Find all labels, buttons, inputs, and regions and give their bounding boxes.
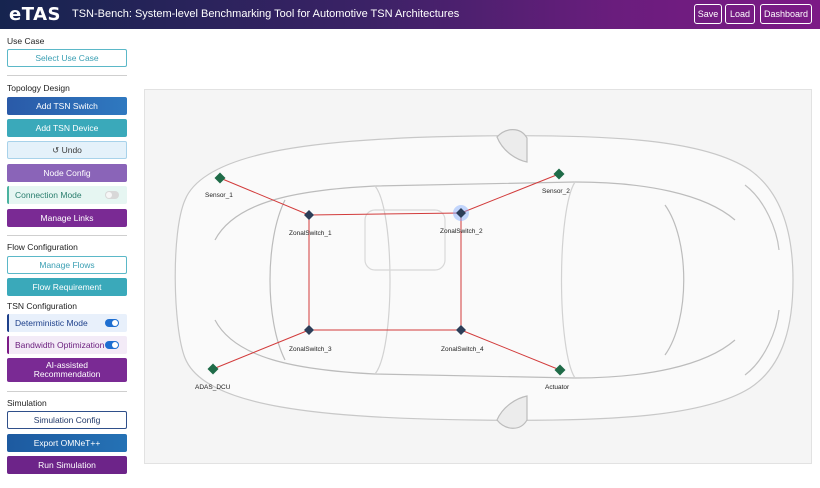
- divider: [7, 391, 127, 392]
- connection-mode-switch[interactable]: [105, 191, 119, 199]
- bandwidth-optimization-toggle-row[interactable]: Bandwidth Optimization: [7, 336, 127, 354]
- tsn-configuration-title: TSN Configuration: [7, 301, 77, 311]
- node-label: Sensor_1: [205, 192, 233, 199]
- divider: [7, 75, 127, 76]
- ai-recommendation-button[interactable]: AI-assisted Recommendation: [7, 358, 127, 382]
- save-button[interactable]: Save: [694, 4, 722, 24]
- node-label: ADAS_DCU: [195, 384, 231, 391]
- node-config-button[interactable]: Node Config: [7, 164, 127, 182]
- connection-mode-label: Connection Mode: [15, 190, 82, 200]
- manage-flows-button[interactable]: Manage Flows: [7, 256, 127, 274]
- deterministic-mode-label: Deterministic Mode: [15, 318, 88, 328]
- app-title: TSN-Bench: System-level Benchmarking Too…: [72, 8, 460, 20]
- node-label: Sensor_2: [542, 188, 570, 195]
- topology-canvas[interactable]: Sensor_1 Sensor_2 ADAS_DCU Actuator ZonalSwi…: [144, 89, 812, 464]
- add-tsn-device-button[interactable]: Add TSN Device: [7, 119, 127, 137]
- manage-links-button[interactable]: Manage Links: [7, 209, 127, 227]
- use-case-title: Use Case: [7, 36, 45, 46]
- connection-mode-toggle-row[interactable]: Connection Mode: [7, 186, 127, 204]
- node-label: ZonalSwitch_3: [289, 346, 332, 353]
- sidebar: Use Case Select Use Case Topology Design…: [0, 29, 135, 488]
- run-simulation-button[interactable]: Run Simulation: [7, 456, 127, 474]
- deterministic-mode-switch[interactable]: [105, 319, 119, 327]
- dashboard-button[interactable]: Dashboard: [760, 4, 812, 24]
- deterministic-mode-toggle-row[interactable]: Deterministic Mode: [7, 314, 127, 332]
- load-button[interactable]: Load: [725, 4, 755, 24]
- export-omnet-button[interactable]: Export OMNeT++: [7, 434, 127, 452]
- simulation-config-button[interactable]: Simulation Config: [7, 411, 127, 429]
- app-header: eTAS TSN-Bench: System-level Benchmarkin…: [0, 0, 820, 29]
- select-use-case-button[interactable]: Select Use Case: [7, 49, 127, 67]
- node-label: ZonalSwitch_2: [440, 228, 483, 235]
- flow-requirement-button[interactable]: Flow Requirement: [7, 278, 127, 296]
- bandwidth-optimization-label: Bandwidth Optimization: [15, 340, 105, 350]
- etas-logo: eTAS: [9, 4, 61, 25]
- divider: [7, 235, 127, 236]
- node-label: Actuator: [545, 384, 570, 391]
- add-tsn-switch-button[interactable]: Add TSN Switch: [7, 97, 127, 115]
- topology-svg[interactable]: Sensor_1 Sensor_2 ADAS_DCU Actuator ZonalSwi…: [145, 90, 813, 465]
- bandwidth-optimization-switch[interactable]: [105, 341, 119, 349]
- car-silhouette: [174, 129, 794, 429]
- node-label: ZonalSwitch_1: [289, 230, 332, 237]
- undo-button[interactable]: ↺ Undo: [7, 141, 127, 159]
- flow-configuration-title: Flow Configuration: [7, 242, 78, 252]
- simulation-title: Simulation: [7, 398, 47, 408]
- topology-design-title: Topology Design: [7, 83, 70, 93]
- node-label: ZonalSwitch_4: [441, 346, 484, 353]
